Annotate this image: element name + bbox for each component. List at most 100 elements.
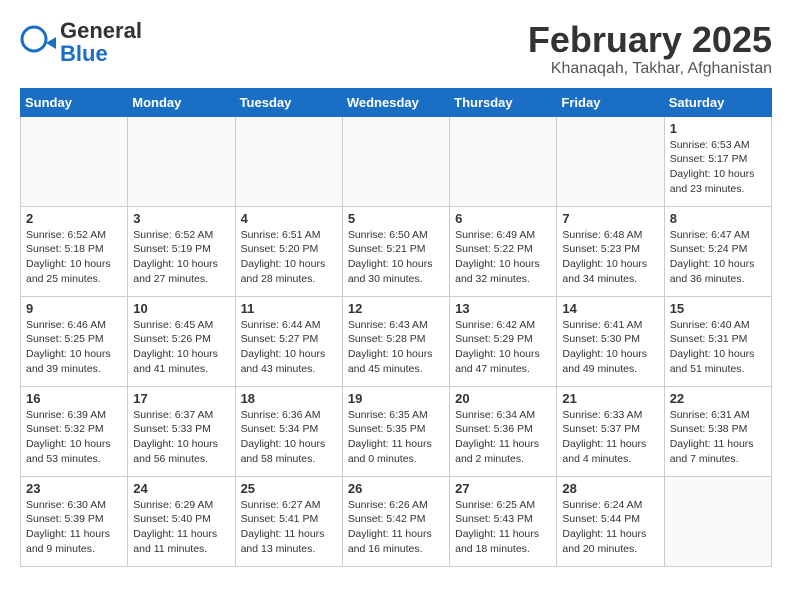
day-number: 25 xyxy=(241,481,337,496)
day-info: Sunrise: 6:45 AM Sunset: 5:26 PM Dayligh… xyxy=(133,318,229,377)
day-info: Sunrise: 6:52 AM Sunset: 5:19 PM Dayligh… xyxy=(133,228,229,287)
calendar-cell: 12 Sunrise: 6:43 AM Sunset: 5:28 PM Dayli… xyxy=(342,296,449,386)
day-info: Sunrise: 6:31 AM Sunset: 5:38 PM Dayligh… xyxy=(670,408,766,467)
calendar-cell: 9Sunrise: 6:46 AM Sunset: 5:25 PM Daylig… xyxy=(21,296,128,386)
day-info: Sunrise: 6:44 AM Sunset: 5:27 PM Dayligh… xyxy=(241,318,337,377)
day-number: 13 xyxy=(455,301,551,316)
day-number: 8 xyxy=(670,211,766,226)
day-info: Sunrise: 6:43 AM Sunset: 5:28 PM Dayligh… xyxy=(348,318,444,377)
day-info: Sunrise: 6:30 AM Sunset: 5:39 PM Dayligh… xyxy=(26,498,122,557)
day-number: 21 xyxy=(562,391,658,406)
day-info: Sunrise: 6:29 AM Sunset: 5:40 PM Dayligh… xyxy=(133,498,229,557)
logo: General Blue xyxy=(20,20,142,66)
day-info: Sunrise: 6:40 AM Sunset: 5:31 PM Dayligh… xyxy=(670,318,766,377)
calendar-cell: 14 Sunrise: 6:41 AM Sunset: 5:30 PM Dayli… xyxy=(557,296,664,386)
calendar-cell: 5 Sunrise: 6:50 AM Sunset: 5:21 PM Daylig… xyxy=(342,206,449,296)
weekday-header-wednesday: Wednesday xyxy=(342,88,449,116)
day-info: Sunrise: 6:47 AM Sunset: 5:24 PM Dayligh… xyxy=(670,228,766,287)
day-info: Sunrise: 6:48 AM Sunset: 5:23 PM Dayligh… xyxy=(562,228,658,287)
calendar-cell: 19Sunrise: 6:35 AM Sunset: 5:35 PM Dayli… xyxy=(342,386,449,476)
day-info: Sunrise: 6:50 AM Sunset: 5:21 PM Dayligh… xyxy=(348,228,444,287)
calendar-cell: 21 Sunrise: 6:33 AM Sunset: 5:37 PM Dayli… xyxy=(557,386,664,476)
weekday-header-thursday: Thursday xyxy=(450,88,557,116)
day-number: 15 xyxy=(670,301,766,316)
day-info: Sunrise: 6:39 AM Sunset: 5:32 PM Dayligh… xyxy=(26,408,122,467)
day-number: 9 xyxy=(26,301,122,316)
week-row-5: 23 Sunrise: 6:30 AM Sunset: 5:39 PM Dayli… xyxy=(21,476,772,566)
day-number: 12 xyxy=(348,301,444,316)
day-number: 19 xyxy=(348,391,444,406)
calendar-cell: 10 Sunrise: 6:45 AM Sunset: 5:26 PM Dayli… xyxy=(128,296,235,386)
day-number: 17 xyxy=(133,391,229,406)
day-number: 4 xyxy=(241,211,337,226)
day-info: Sunrise: 6:25 AM Sunset: 5:43 PM Dayligh… xyxy=(455,498,551,557)
calendar-cell: 8 Sunrise: 6:47 AM Sunset: 5:24 PM Daylig… xyxy=(664,206,771,296)
day-info: Sunrise: 6:37 AM Sunset: 5:33 PM Dayligh… xyxy=(133,408,229,467)
title-block: February 2025 Khanaqah, Takhar, Afghanis… xyxy=(528,20,772,78)
logo-icon xyxy=(20,25,56,61)
calendar-cell: 17 Sunrise: 6:37 AM Sunset: 5:33 PM Dayli… xyxy=(128,386,235,476)
calendar-cell xyxy=(235,116,342,206)
day-number: 6 xyxy=(455,211,551,226)
calendar-cell: 15 Sunrise: 6:40 AM Sunset: 5:31 PM Dayli… xyxy=(664,296,771,386)
calendar-cell: 13 Sunrise: 6:42 AM Sunset: 5:29 PM Dayli… xyxy=(450,296,557,386)
calendar-cell xyxy=(450,116,557,206)
week-row-2: 2 Sunrise: 6:52 AM Sunset: 5:18 PM Daylig… xyxy=(21,206,772,296)
day-number: 24 xyxy=(133,481,229,496)
weekday-header-row: SundayMondayTuesdayWednesdayThursdayFrid… xyxy=(21,88,772,116)
page-header: General Blue February 2025 Khanaqah, Tak… xyxy=(20,20,772,78)
day-number: 16 xyxy=(26,391,122,406)
day-info: Sunrise: 6:51 AM Sunset: 5:20 PM Dayligh… xyxy=(241,228,337,287)
week-row-3: 9Sunrise: 6:46 AM Sunset: 5:25 PM Daylig… xyxy=(21,296,772,386)
calendar-cell: 7 Sunrise: 6:48 AM Sunset: 5:23 PM Daylig… xyxy=(557,206,664,296)
day-number: 20 xyxy=(455,391,551,406)
location: Khanaqah, Takhar, Afghanistan xyxy=(528,60,772,78)
calendar-cell: 22 Sunrise: 6:31 AM Sunset: 5:38 PM Dayli… xyxy=(664,386,771,476)
day-info: Sunrise: 6:52 AM Sunset: 5:18 PM Dayligh… xyxy=(26,228,122,287)
calendar-cell: 27Sunrise: 6:25 AM Sunset: 5:43 PM Dayli… xyxy=(450,476,557,566)
weekday-header-saturday: Saturday xyxy=(664,88,771,116)
weekday-header-friday: Friday xyxy=(557,88,664,116)
calendar-cell: 23 Sunrise: 6:30 AM Sunset: 5:39 PM Dayli… xyxy=(21,476,128,566)
day-number: 7 xyxy=(562,211,658,226)
day-info: Sunrise: 6:36 AM Sunset: 5:34 PM Dayligh… xyxy=(241,408,337,467)
day-number: 22 xyxy=(670,391,766,406)
day-info: Sunrise: 6:49 AM Sunset: 5:22 PM Dayligh… xyxy=(455,228,551,287)
day-number: 2 xyxy=(26,211,122,226)
weekday-header-sunday: Sunday xyxy=(21,88,128,116)
weekday-header-tuesday: Tuesday xyxy=(235,88,342,116)
day-number: 10 xyxy=(133,301,229,316)
day-info: Sunrise: 6:42 AM Sunset: 5:29 PM Dayligh… xyxy=(455,318,551,377)
month-title: February 2025 xyxy=(528,20,772,60)
day-number: 26 xyxy=(348,481,444,496)
day-number: 5 xyxy=(348,211,444,226)
calendar-cell: 3 Sunrise: 6:52 AM Sunset: 5:19 PM Daylig… xyxy=(128,206,235,296)
calendar-cell: 20 Sunrise: 6:34 AM Sunset: 5:36 PM Dayli… xyxy=(450,386,557,476)
day-number: 11 xyxy=(241,301,337,316)
calendar-cell xyxy=(557,116,664,206)
calendar-cell: 18Sunrise: 6:36 AM Sunset: 5:34 PM Dayli… xyxy=(235,386,342,476)
day-number: 14 xyxy=(562,301,658,316)
day-number: 1 xyxy=(670,121,766,136)
calendar-cell xyxy=(128,116,235,206)
day-info: Sunrise: 6:24 AM Sunset: 5:44 PM Dayligh… xyxy=(562,498,658,557)
day-number: 28 xyxy=(562,481,658,496)
day-info: Sunrise: 6:33 AM Sunset: 5:37 PM Dayligh… xyxy=(562,408,658,467)
day-number: 3 xyxy=(133,211,229,226)
day-number: 23 xyxy=(26,481,122,496)
calendar-cell: 16 Sunrise: 6:39 AM Sunset: 5:32 PM Dayli… xyxy=(21,386,128,476)
calendar-cell: 28 Sunrise: 6:24 AM Sunset: 5:44 PM Dayli… xyxy=(557,476,664,566)
day-info: Sunrise: 6:27 AM Sunset: 5:41 PM Dayligh… xyxy=(241,498,337,557)
day-info: Sunrise: 6:26 AM Sunset: 5:42 PM Dayligh… xyxy=(348,498,444,557)
day-info: Sunrise: 6:41 AM Sunset: 5:30 PM Dayligh… xyxy=(562,318,658,377)
day-info: Sunrise: 6:34 AM Sunset: 5:36 PM Dayligh… xyxy=(455,408,551,467)
calendar-cell xyxy=(21,116,128,206)
calendar-cell: 11 Sunrise: 6:44 AM Sunset: 5:27 PM Dayli… xyxy=(235,296,342,386)
week-row-1: 1 Sunrise: 6:53 AM Sunset: 5:17 PM Daylig… xyxy=(21,116,772,206)
calendar-cell: 2 Sunrise: 6:52 AM Sunset: 5:18 PM Daylig… xyxy=(21,206,128,296)
calendar-cell xyxy=(664,476,771,566)
day-info: Sunrise: 6:53 AM Sunset: 5:17 PM Dayligh… xyxy=(670,138,766,197)
weekday-header-monday: Monday xyxy=(128,88,235,116)
calendar-cell xyxy=(342,116,449,206)
calendar-cell: 4 Sunrise: 6:51 AM Sunset: 5:20 PM Daylig… xyxy=(235,206,342,296)
